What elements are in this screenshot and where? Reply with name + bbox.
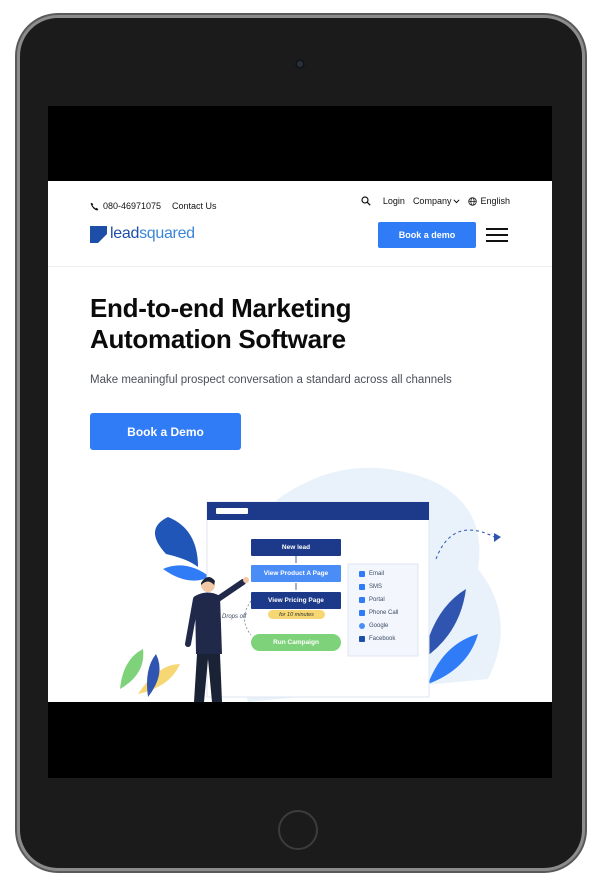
camera-icon (295, 59, 305, 69)
search-icon[interactable] (361, 196, 371, 206)
globe-icon (468, 196, 478, 206)
company-menu[interactable]: Company (413, 196, 461, 206)
site-header: 080-46971075 Contact Us Login Company En… (48, 181, 552, 267)
hero-illustration: New lead View Product A Page View Pricin… (48, 459, 552, 702)
leaf-decoration (154, 517, 198, 567)
tablet-frame: 080-46971075 Contact Us Login Company En… (20, 18, 582, 868)
channel-sms: SMS (359, 584, 382, 590)
chevron-down-icon (453, 198, 461, 203)
tablet-screen: 080-46971075 Contact Us Login Company En… (48, 106, 552, 778)
phone-icon (90, 202, 99, 210)
book-demo-button[interactable]: Book a demo (378, 222, 476, 248)
channel-portal: Portal (359, 597, 385, 603)
language-selector[interactable]: English (468, 196, 510, 206)
hero-subtitle: Make meaningful prospect conversation a … (90, 374, 452, 386)
phone-link[interactable]: 080-46971075 (90, 201, 161, 211)
flow-node-run-campaign: Run Campaign (251, 634, 341, 651)
hero-book-demo-button[interactable]: Book a Demo (90, 413, 241, 450)
hero-title: End-to-end Marketing Automation Software (90, 293, 352, 354)
flow-builder: New lead View Product A Page View Pricin… (251, 539, 341, 659)
leadsquared-logo[interactable]: leadsquared (90, 225, 195, 243)
drops-off-label: Drops off (222, 614, 247, 620)
channel-email: Email (359, 571, 384, 577)
email-icon (359, 571, 365, 577)
channel-facebook: Facebook (359, 636, 395, 642)
portal-icon (359, 597, 365, 603)
company-label: Company (412, 196, 452, 206)
flow-node-new-lead: New lead (251, 539, 341, 556)
logo-text: leadsquared (110, 225, 195, 242)
menu-icon[interactable] (486, 228, 508, 242)
contact-us-link[interactable]: Contact Us (172, 201, 217, 211)
google-icon (359, 623, 365, 629)
phone-call-icon (359, 610, 365, 616)
utility-nav: Login Company English (361, 196, 510, 206)
channel-google: Google (359, 623, 388, 629)
logo-mark-icon (90, 225, 107, 243)
phone-number: 080-46971075 (103, 201, 162, 211)
language-label: English (480, 196, 510, 206)
sms-icon (359, 584, 365, 590)
home-button[interactable] (278, 810, 318, 850)
login-link[interactable]: Login (383, 196, 405, 206)
facebook-icon (359, 636, 365, 642)
channel-phone-call: Phone Call (359, 610, 398, 616)
flow-node-view-product: View Product A Page (251, 565, 341, 582)
web-page: 080-46971075 Contact Us Login Company En… (48, 181, 552, 702)
wait-badge: for 10 minutes (268, 610, 325, 619)
flow-node-view-pricing: View Pricing Page (251, 592, 341, 609)
